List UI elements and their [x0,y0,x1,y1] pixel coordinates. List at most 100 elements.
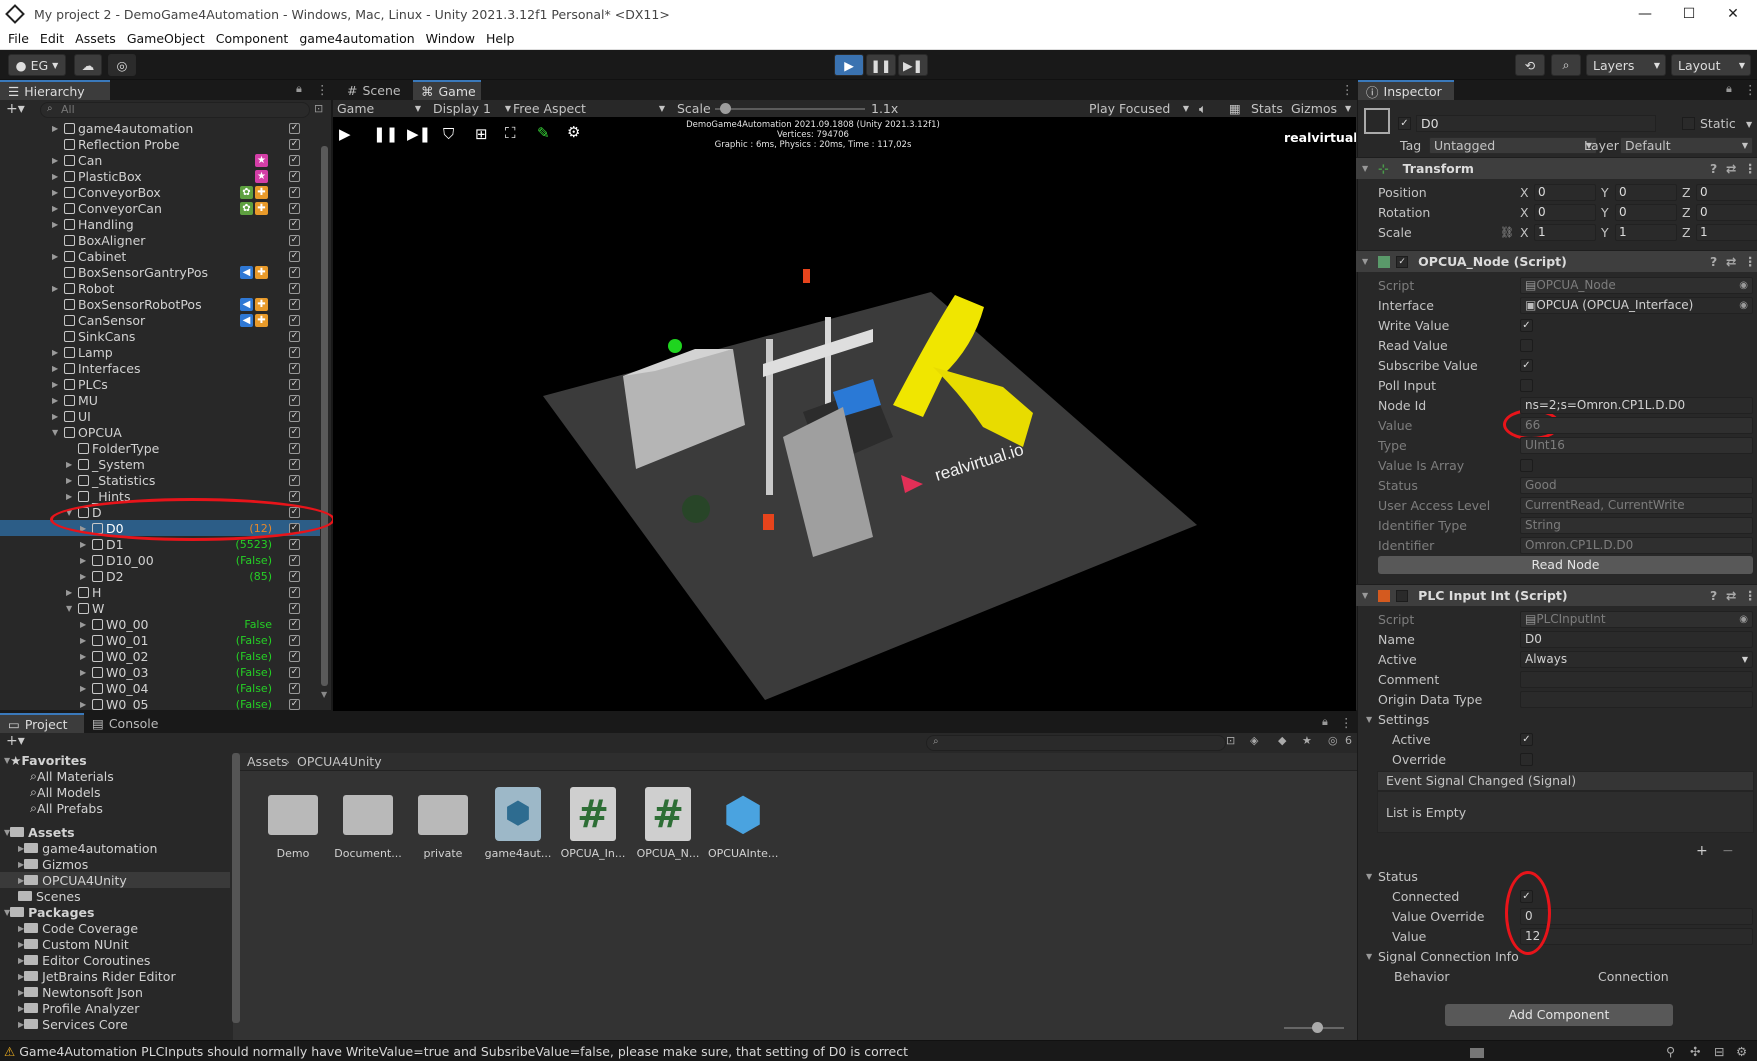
hierarchy-row[interactable]: ▶ MU ✓ [0,392,320,408]
asset-folder-item[interactable]: Scenes [0,888,230,904]
value-field[interactable]: 12 [1520,927,1753,945]
create-asset-button[interactable]: +▾ [6,733,25,749]
hierarchy-row[interactable]: ▶ Interfaces ✓ [0,360,320,376]
package-item[interactable]: ▶ Editor Coroutines [0,952,230,968]
cloud-icon[interactable]: ☁ [74,54,102,76]
hierarchy-row[interactable]: Reflection Probe ✓ [0,136,320,152]
package-item[interactable]: ▶ Profile Analyzer [0,1000,230,1016]
status-foldout[interactable]: ▼ Status [1364,867,1757,885]
active-toggle-checkbox[interactable]: ✓ [289,362,300,374]
field-value[interactable]: CurrentRead, CurrentWrite [1520,496,1753,514]
foldout-icon[interactable]: ▼ [1366,872,1372,881]
asset-tile[interactable]: ⬢ game4aut... [483,783,553,860]
audio-icon[interactable]: 🔈︎ [1199,101,1207,117]
active-toggle-checkbox[interactable]: ✓ [289,234,300,246]
field-value[interactable]: String [1520,516,1753,534]
active-toggle-checkbox[interactable]: ✓ [289,250,300,262]
stats-button[interactable]: Stats [1251,101,1283,116]
menu-edit[interactable]: Edit [40,31,64,46]
active-toggle-checkbox[interactable]: ✓ [289,186,300,198]
active-toggle-checkbox[interactable]: ✓ [289,442,300,454]
field-checkbox[interactable]: ✓ [1520,358,1533,372]
layers-dropdown[interactable]: Layers ▼ [1586,54,1666,76]
collapsed-arrow-icon[interactable]: ▶ [52,156,58,165]
foldout-icon[interactable]: ▼ [1362,257,1368,266]
field-value[interactable]: 66 [1520,416,1753,434]
collapsed-arrow-icon[interactable]: ▶ [80,636,86,645]
hierarchy-row[interactable]: ▶ D2 (85) ✓ [0,568,320,584]
collapsed-arrow-icon[interactable]: ▶ [52,284,58,293]
hierarchy-row[interactable]: ▶ W0_00 False ✓ [0,616,320,632]
asset-tile[interactable]: # OPCUA_N... [633,783,703,860]
field-value[interactable]: UInt16 [1520,436,1753,454]
active-toggle-checkbox[interactable]: ✓ [289,282,300,294]
transform-position-x-field[interactable]: 0 [1534,183,1596,201]
more-icon[interactable]: ⋮ [1744,161,1757,176]
hidden-packages-icon[interactable]: ◎ [1328,734,1338,747]
label-icon[interactable]: ◆ [1278,734,1286,747]
active-toggle-checkbox[interactable]: ✓ [289,410,300,422]
transform-position-z-field[interactable]: 0 [1696,183,1757,201]
tree-scrollbar[interactable] [232,753,240,1023]
signal-connection-foldout[interactable]: ▼ Signal Connection Info [1364,947,1757,965]
asset-tile[interactable]: # OPCUA_In... [558,783,628,860]
chevron-down-icon[interactable]: ▼ [1746,120,1752,129]
assets-header[interactable]: ▼ Assets [4,824,75,840]
active-toggle-checkbox[interactable]: ✓ [289,570,300,582]
hierarchy-row[interactable]: ▶ UI ✓ [0,408,320,424]
hierarchy-scrollbar[interactable] [321,146,328,686]
static-checkbox[interactable] [1682,117,1695,130]
collapsed-arrow-icon[interactable]: ▶ [80,700,86,709]
more-icon[interactable]: ⋮ [1340,715,1353,730]
active-toggle-checkbox[interactable]: ✓ [289,218,300,230]
preset-icon[interactable]: ⇄ [1726,254,1736,269]
hierarchy-row[interactable]: BoxAligner ✓ [0,232,320,248]
tab-inspector[interactable]: ⓘ Inspector [1358,80,1454,100]
field-value[interactable]: ns=2;s=Omron.CP1L.D.D0 [1520,396,1753,414]
transform-scale-x-field[interactable]: 1 [1534,223,1596,241]
transform-position-y-field[interactable]: 0 [1615,183,1677,201]
package-item[interactable]: ▶ JetBrains Rider Editor [0,968,230,984]
target-picker-icon[interactable]: ◉ [1739,280,1748,291]
active-toggle-checkbox[interactable]: ✓ [289,682,300,694]
hierarchy-row[interactable]: ▶ W0_03 (False) ✓ [0,664,320,680]
field-checkbox[interactable]: ✓ [1520,318,1533,332]
active-toggle-checkbox[interactable]: ✓ [289,314,300,326]
tab-game[interactable]: ⌘ Game [413,80,481,100]
asset-folder-item[interactable]: ▶ OPCUA4Unity [0,872,230,888]
notifications-icon[interactable]: ⚙ [1736,1044,1747,1059]
collapsed-arrow-icon[interactable]: ▶ [66,476,72,485]
hierarchy-row[interactable]: SinkCans ✓ [0,328,320,344]
lock-icon[interactable]: 🔒︎ [1726,82,1732,96]
active-toggle-checkbox[interactable]: ✓ [289,330,300,342]
asset-folder-item[interactable]: ▶ game4automation [0,840,230,856]
help-icon[interactable]: ? [1710,588,1717,603]
expanded-arrow-icon[interactable]: ▼ [52,428,58,437]
hierarchy-row[interactable]: ▶ ConveyorBox ✿ ✚ ✓ [0,184,320,200]
active-toggle-checkbox[interactable]: ✓ [289,170,300,182]
bug-icon[interactable]: ✣ [1690,1044,1700,1059]
hierarchy-row[interactable]: ▶ W0_05 (False) ✓ [0,696,320,710]
collapsed-arrow-icon[interactable]: ▶ [52,364,58,373]
active-toggle-checkbox[interactable]: ✓ [289,202,300,214]
add-button[interactable]: +▾ [6,101,25,117]
foldout-icon[interactable]: ▼ [1366,715,1372,724]
plc-input-header[interactable]: ▼ PLC Input Int (Script) ? ⇄ ⋮ [1356,584,1757,606]
transform-rotation-x-field[interactable]: 0 [1534,203,1596,221]
remove-event-button[interactable]: − [1722,843,1734,859]
object-name-input[interactable]: D0 [1416,115,1656,132]
transform-scale-z-field[interactable]: 1 [1696,223,1757,241]
collapsed-arrow-icon[interactable]: ▶ [80,540,86,549]
collapsed-arrow-icon[interactable]: ▶ [52,396,58,405]
field-value[interactable]: D0 [1520,630,1753,648]
search-icon[interactable]: ⌕ [1551,54,1581,76]
field-value[interactable]: Good [1520,476,1753,494]
game-viewport[interactable]: ▶ ❚❚ ▶❚ ⛉ ⊞ ⛶ ✎ ⚙ DemoGame4Automation 20… [333,117,1356,711]
collapsed-arrow-icon[interactable]: ▶ [80,620,86,629]
collapsed-arrow-icon[interactable]: ▶ [80,684,86,693]
package-item[interactable]: ▶ Custom NUnit [0,936,230,952]
menu-help[interactable]: Help [486,31,515,46]
package-item[interactable]: ▶ Newtonsoft Json [0,984,230,1000]
active-toggle-checkbox[interactable]: ✓ [289,426,300,438]
close-button[interactable]: ✕ [1709,0,1757,28]
